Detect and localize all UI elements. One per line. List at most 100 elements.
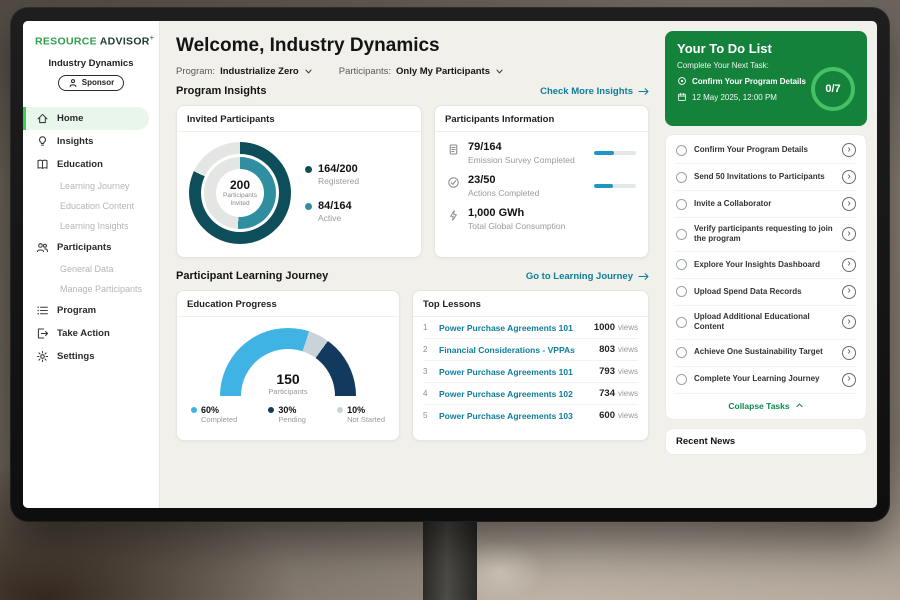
next-task[interactable]: Confirm Your Program Details [677,76,811,86]
program-filter-dropdown[interactable]: Program: Industrialize Zero [176,66,313,77]
todo-task-row[interactable]: Confirm Your Program Details › [675,137,857,164]
task-chevron-icon[interactable]: › [842,258,856,272]
lesson-link[interactable]: Power Purchase Agreements 101 [439,323,586,333]
task-checkbox[interactable] [676,172,687,183]
todo-task-row[interactable]: Explore Your Insights Dashboard › [675,252,857,279]
target-icon [677,76,687,86]
legend-item: 60% Completed [191,405,237,424]
lesson-link[interactable]: Power Purchase Agreements 101 [439,367,591,377]
stat-row: 1,000 GWh Total Global Consumption [447,207,636,231]
education-legend: 60% Completed 30% Pending 10% [187,405,389,424]
task-chevron-icon[interactable]: › [842,285,856,299]
gear-icon [36,350,49,363]
task-checkbox[interactable] [676,374,687,385]
education-progress-gauge-chart: 150 Participants [220,328,356,396]
education-progress-card: Education Progress 150 Participants [176,290,400,441]
org-block: Industry Dynamics Sponsor [23,58,159,103]
sidebar-item-learning-journey[interactable]: Learning Journey [23,176,159,196]
task-checkbox[interactable] [676,145,687,156]
lessons-list: 1 Power Purchase Agreements 101 1000view… [413,317,648,426]
task-chevron-icon[interactable]: › [842,170,856,184]
sidebar-item-learning-insights[interactable]: Learning Insights [23,216,159,236]
energy-icon [447,209,460,222]
learning-cards-row: Education Progress 150 Participants [176,290,649,441]
people-icon [36,241,49,254]
sidebar-nav: Home Insights Education Learning Journey… [23,107,159,368]
lesson-row: 4 Power Purchase Agreements 102 734views [423,383,638,405]
program-insights-header: Program Insights Check More Insights [176,85,649,97]
sidebar-item-general-data[interactable]: General Data [23,259,159,279]
collapse-tasks-link[interactable]: Collapse Tasks [675,393,857,417]
task-chevron-icon[interactable]: › [842,227,856,241]
arrow-right-icon [638,87,649,96]
task-checkbox[interactable] [676,259,687,270]
insights-cards-row: Invited Participants 200 Participants In… [176,105,649,258]
participants-information-card: Participants Information 79/164 Emission… [434,105,649,258]
task-chevron-icon[interactable]: › [842,143,856,157]
go-to-learning-journey-link[interactable]: Go to Learning Journey [526,271,649,282]
lesson-row: 5 Power Purchase Agreements 103 600views [423,405,638,426]
check-more-insights-link[interactable]: Check More Insights [540,86,649,97]
todo-task-row[interactable]: Upload Additional Educational Content › [675,306,857,340]
legend-item: 164/200 Registered [305,163,359,186]
todo-task-row[interactable]: Verify participants requesting to join t… [675,218,857,252]
sponsor-badge[interactable]: Sponsor [58,75,124,91]
monitor-frame: RESOURCE ADVISOR+ Industry Dynamics Spon… [10,7,890,522]
section-title: Program Insights [176,85,266,97]
sidebar-item-take-action[interactable]: Take Action [23,322,159,345]
sidebar: RESOURCE ADVISOR+ Industry Dynamics Spon… [23,21,160,508]
book-icon [36,158,49,171]
task-chevron-icon[interactable]: › [842,373,856,387]
lesson-row: 2 Financial Considerations - VPPAs 803vi… [423,339,638,361]
arrow-right-icon [638,272,649,281]
sidebar-item-participants[interactable]: Participants [23,236,159,259]
task-chevron-icon[interactable]: › [842,315,856,329]
chevron-up-icon [795,401,804,410]
home-icon [36,112,49,125]
stat-row: 23/50 Actions Completed [447,174,636,198]
progress-bar [594,151,636,155]
lesson-row: 3 Power Purchase Agreements 101 793views [423,361,638,383]
todo-task-row[interactable]: Upload Spend Data Records › [675,279,857,306]
legend-item: 30% Pending [268,405,306,424]
todo-summary-card: Your To Do List Complete Your Next Task:… [665,31,867,126]
list-icon [36,304,49,317]
recent-news-card[interactable]: Recent News [665,428,867,455]
legend-item: 10% Not Started [337,405,385,424]
sidebar-item-manage-participants[interactable]: Manage Participants [23,279,159,299]
todo-task-row[interactable]: Invite a Collaborator › [675,191,857,218]
task-chevron-icon[interactable]: › [842,346,856,360]
next-task-due: 12 May 2025, 12:00 PM [677,92,811,102]
sidebar-item-education-content[interactable]: Education Content [23,196,159,216]
section-title: Participant Learning Journey [176,270,328,282]
calendar-icon [677,92,687,102]
survey-icon [447,143,460,156]
person-icon [68,78,78,88]
actions-check-icon [447,176,460,189]
chevron-down-icon [495,67,504,76]
task-checkbox[interactable] [676,286,687,297]
task-checkbox[interactable] [676,347,687,358]
lesson-link[interactable]: Power Purchase Agreements 102 [439,389,591,399]
task-checkbox[interactable] [676,229,687,240]
todo-task-row[interactable]: Send 50 Invitations to Participants › [675,164,857,191]
task-checkbox[interactable] [676,317,687,328]
learning-journey-header: Participant Learning Journey Go to Learn… [176,270,649,282]
sidebar-item-education[interactable]: Education [23,153,159,176]
legend-item: 84/164 Active [305,200,359,223]
sidebar-item-settings[interactable]: Settings [23,345,159,368]
invited-legend: 164/200 Registered 84/164 Active [305,163,359,223]
app-logo[interactable]: RESOURCE ADVISOR+ [23,33,159,58]
todo-task-row[interactable]: Complete Your Learning Journey › [675,367,857,393]
sidebar-item-insights[interactable]: Insights [23,130,159,153]
task-checkbox[interactable] [676,199,687,210]
task-chevron-icon[interactable]: › [842,197,856,211]
participants-filter-dropdown[interactable]: Participants: Only My Participants [339,66,504,77]
sidebar-item-program[interactable]: Program [23,299,159,322]
sidebar-item-home[interactable]: Home [23,107,149,130]
dashboard-screen: RESOURCE ADVISOR+ Industry Dynamics Spon… [23,21,877,508]
chevron-down-icon [304,67,313,76]
lesson-link[interactable]: Financial Considerations - VPPAs [439,345,591,355]
lesson-link[interactable]: Power Purchase Agreements 103 [439,411,591,421]
todo-task-row[interactable]: Achieve One Sustainability Target › [675,340,857,367]
